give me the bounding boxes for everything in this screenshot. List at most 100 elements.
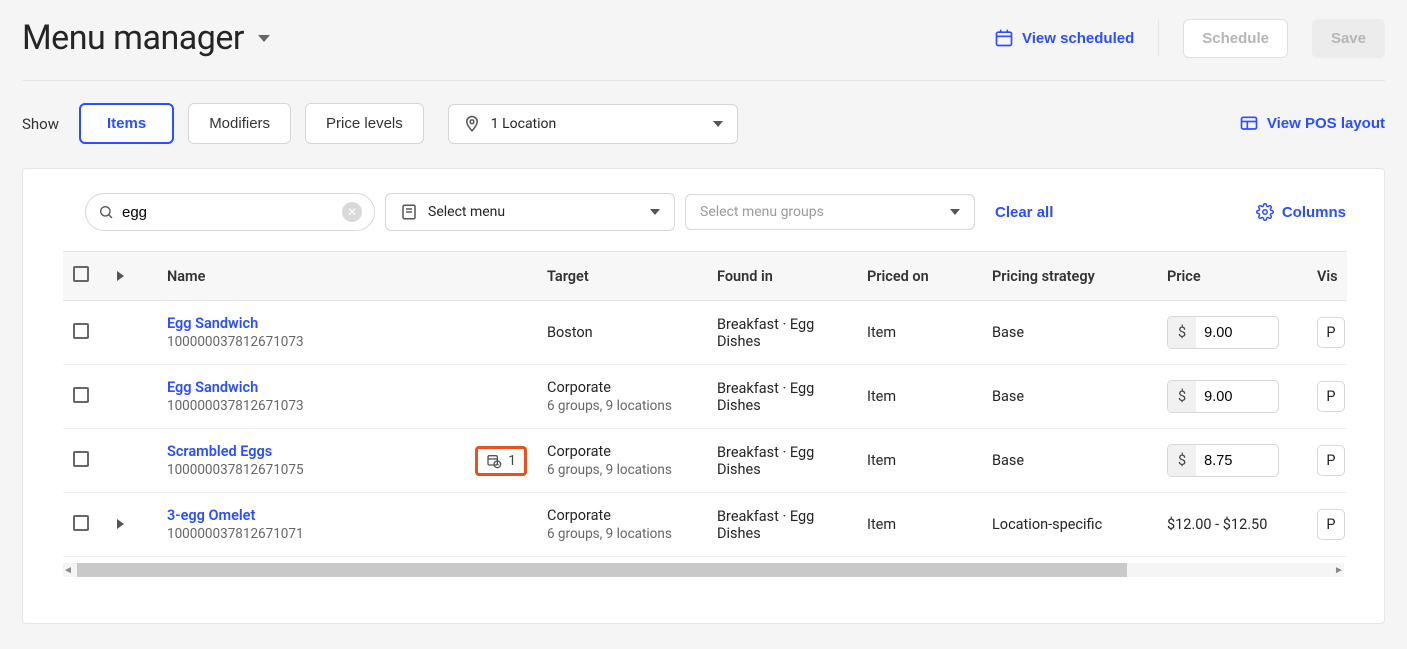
priced-on-value: Item [857, 429, 982, 493]
search-input[interactable] [122, 204, 334, 221]
target-value: Corporate [547, 507, 697, 524]
select-all-checkbox[interactable] [73, 266, 89, 282]
view-scheduled-button[interactable]: View scheduled [994, 28, 1134, 48]
price-input[interactable] [1196, 445, 1266, 476]
columns-label: Columns [1282, 204, 1346, 221]
expand-row-icon[interactable] [117, 519, 124, 529]
table-row: Egg Sandwich 100000037812671073 Corporate 6… [63, 365, 1347, 429]
page-title: Menu manager [22, 18, 244, 58]
price-input-wrap: $ [1167, 444, 1279, 477]
schedule-button[interactable]: Schedule [1183, 19, 1288, 58]
price-input[interactable] [1196, 317, 1266, 348]
clear-search-icon[interactable]: ✕ [342, 202, 362, 222]
target-value: Corporate [547, 379, 697, 396]
location-select[interactable]: 1 Location [448, 104, 738, 144]
row-checkbox[interactable] [73, 515, 89, 531]
row-checkbox[interactable] [73, 387, 89, 403]
found-in-value: Breakfast · Egg Dishes [707, 365, 857, 429]
strategy-value: Base [982, 429, 1157, 493]
priced-on-value: Item [857, 301, 982, 365]
col-price[interactable]: Price [1157, 252, 1307, 301]
columns-button[interactable]: Columns [1256, 203, 1346, 221]
title-dropdown-icon[interactable] [258, 35, 270, 42]
scheduled-badge[interactable]: 1 [475, 446, 527, 476]
col-strategy[interactable]: Pricing strategy [982, 252, 1157, 301]
view-pos-label: View POS layout [1267, 115, 1385, 132]
row-checkbox[interactable] [73, 323, 89, 339]
gear-icon [1256, 203, 1274, 221]
calendar-clock-icon [486, 453, 502, 469]
tab-items[interactable]: Items [79, 103, 174, 144]
target-sub: 6 groups, 9 locations [547, 398, 697, 414]
save-button[interactable]: Save [1312, 19, 1385, 58]
price-text: $12.00 - $12.50 [1157, 493, 1307, 557]
priced-on-value: Item [857, 493, 982, 557]
page-header: Menu manager View scheduled Schedule Sav… [22, 0, 1385, 81]
select-menu-label: Select menu [428, 204, 505, 220]
table-row: 3-egg Omelet 100000037812671071 Corporate 6… [63, 493, 1347, 557]
location-label: 1 Location [491, 116, 557, 132]
search-input-wrap: ✕ [85, 193, 375, 231]
strategy-value: Base [982, 365, 1157, 429]
target-sub: 6 groups, 9 locations [547, 526, 697, 542]
chevron-down-icon [950, 209, 960, 215]
view-pos-layout-button[interactable]: View POS layout [1239, 114, 1385, 134]
table-row: Egg Sandwich 100000037812671073 Boston Brea… [63, 301, 1347, 365]
price-input[interactable] [1196, 381, 1266, 412]
found-in-value: Breakfast · Egg Dishes [707, 493, 857, 557]
expand-all-icon[interactable] [117, 271, 124, 281]
target-value: Boston [547, 324, 697, 341]
visibility-button[interactable]: P [1317, 381, 1345, 412]
content-card: ✕ Select menu Select menu groups Clear a… [22, 168, 1385, 624]
visibility-button[interactable]: P [1317, 509, 1345, 540]
currency-label: $ [1168, 445, 1196, 476]
divider [1158, 20, 1159, 56]
tab-price-levels[interactable]: Price levels [305, 103, 424, 144]
item-name-link[interactable]: Scrambled Eggs [167, 443, 304, 460]
price-input-wrap: $ [1167, 316, 1279, 349]
scroll-left-icon[interactable]: ◄ [63, 565, 73, 576]
pin-icon [463, 115, 481, 133]
currency-label: $ [1168, 381, 1196, 412]
scheduled-count: 1 [508, 453, 516, 469]
target-sub: 6 groups, 9 locations [547, 462, 697, 478]
menu-icon [400, 203, 418, 221]
horizontal-scrollbar[interactable]: ◄ ► [63, 563, 1344, 577]
strategy-value: Location-specific [982, 493, 1157, 557]
col-vis[interactable]: Vis [1307, 252, 1347, 301]
visibility-button[interactable]: P [1317, 317, 1345, 348]
tab-modifiers[interactable]: Modifiers [188, 103, 291, 144]
filter-bar: Show Items Modifiers Price levels 1 Loca… [22, 81, 1385, 168]
item-name-link[interactable]: Egg Sandwich [167, 315, 304, 332]
chevron-down-icon [713, 121, 723, 127]
col-foundin[interactable]: Found in [707, 252, 857, 301]
col-pricedon[interactable]: Priced on [857, 252, 982, 301]
select-menu-dropdown[interactable]: Select menu [385, 193, 675, 231]
col-name[interactable]: Name [157, 252, 537, 301]
item-name-link[interactable]: Egg Sandwich [167, 379, 304, 396]
scroll-right-icon[interactable]: ► [1334, 565, 1344, 576]
col-target[interactable]: Target [537, 252, 707, 301]
row-checkbox[interactable] [73, 451, 89, 467]
item-name-link[interactable]: 3-egg Omelet [167, 507, 304, 524]
calendar-icon [994, 28, 1014, 48]
target-value: Corporate [547, 443, 697, 460]
select-groups-label: Select menu groups [700, 204, 824, 220]
select-menu-groups-dropdown[interactable]: Select menu groups [685, 194, 975, 230]
scrollbar-thumb[interactable] [77, 563, 1127, 577]
chevron-down-icon [650, 209, 660, 215]
layout-icon [1239, 114, 1259, 134]
currency-label: $ [1168, 317, 1196, 348]
item-id: 100000037812671073 [167, 334, 304, 350]
items-table: Name Target Found in Priced on Pricing s… [63, 251, 1347, 557]
item-id: 100000037812671071 [167, 526, 304, 542]
found-in-value: Breakfast · Egg Dishes [707, 429, 857, 493]
clear-all-button[interactable]: Clear all [995, 204, 1053, 221]
item-id: 100000037812671073 [167, 398, 304, 414]
table-row: Scrambled Eggs 100000037812671075 1 Corpora… [63, 429, 1347, 493]
found-in-value: Breakfast · Egg Dishes [707, 301, 857, 365]
strategy-value: Base [982, 301, 1157, 365]
price-input-wrap: $ [1167, 380, 1279, 413]
item-id: 100000037812671075 [167, 462, 304, 478]
visibility-button[interactable]: P [1317, 445, 1345, 476]
